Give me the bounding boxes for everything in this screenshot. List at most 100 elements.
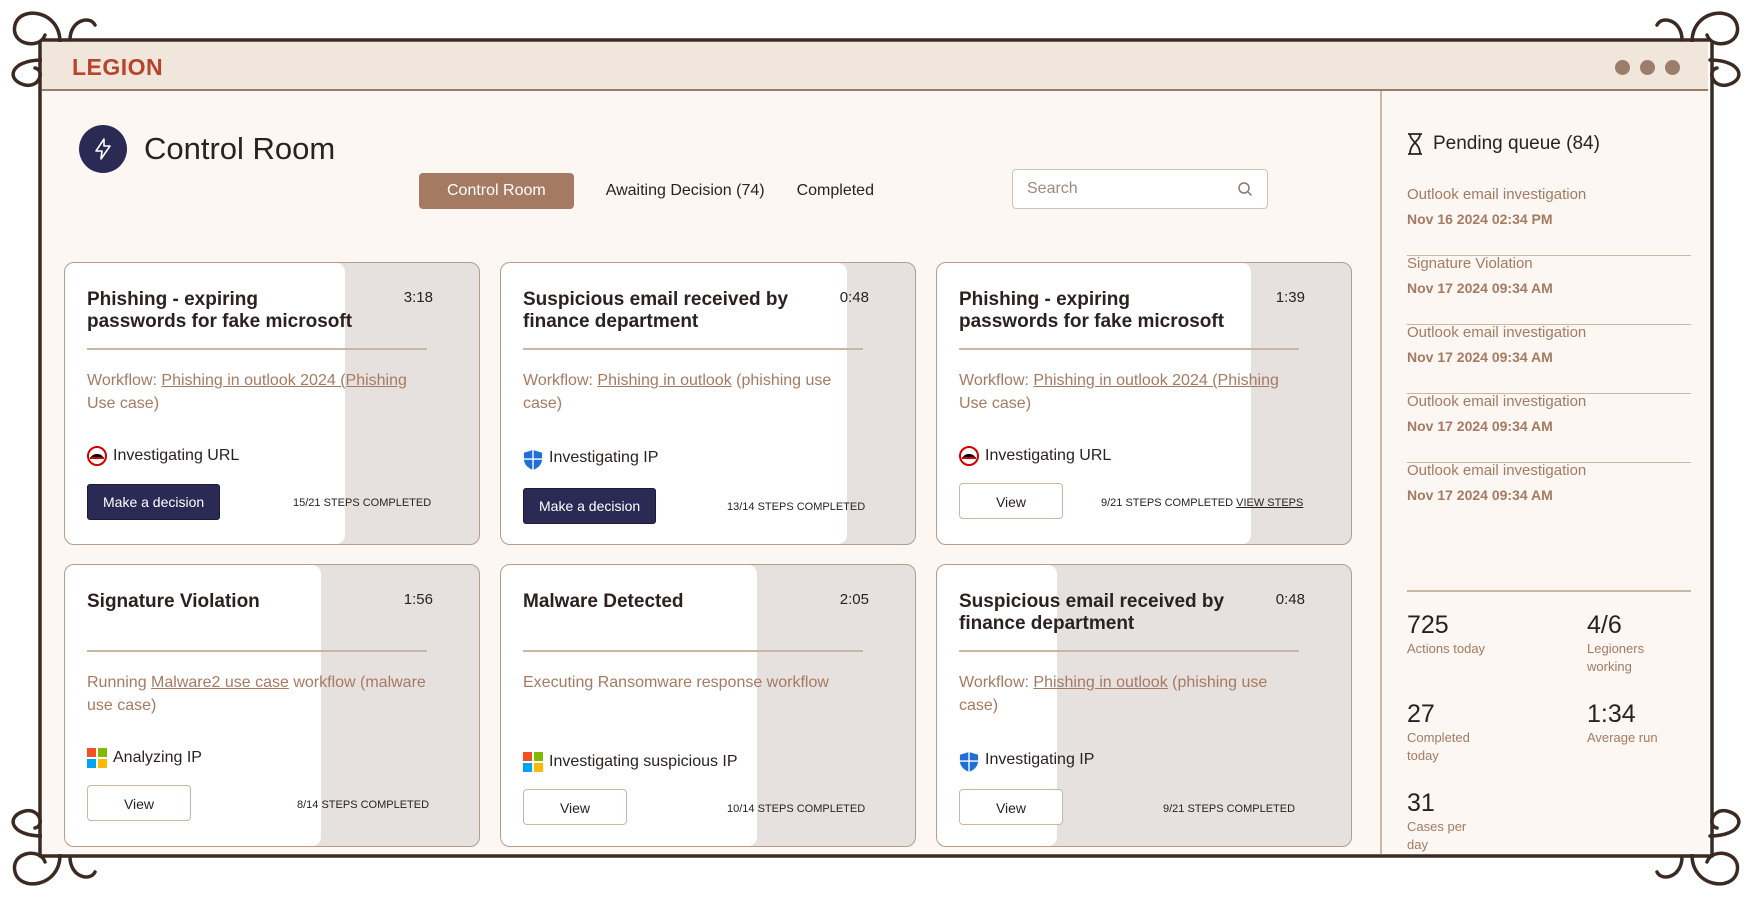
workflow-link[interactable]: Phishing in outlook <box>597 372 731 389</box>
card-status: Investigating IP <box>523 448 659 470</box>
stat-legioners-working: 4/6 Legioners working <box>1587 611 1727 676</box>
main-panel: Control Room Control Room Awaiting Decis… <box>42 91 1380 854</box>
search-input[interactable]: Search <box>1012 169 1268 209</box>
pending-queue-header: Pending queue (84) <box>1407 133 1600 155</box>
view-steps-link[interactable]: VIEW STEPS <box>1236 497 1303 509</box>
stat-value: 27 <box>1407 700 1435 728</box>
page-title: Control Room <box>144 131 336 166</box>
queue-item-title: Outlook email investigation <box>1407 186 1587 203</box>
stat-actions-today: 725 Actions today <box>1407 611 1547 658</box>
window-dot-icon[interactable] <box>1615 60 1630 75</box>
card-divider <box>959 348 1299 350</box>
window-dot-icon[interactable] <box>1640 60 1655 75</box>
stat-value: 31 <box>1407 789 1435 817</box>
shield-icon <box>959 750 979 772</box>
case-card[interactable]: Signature Violation 1:56 Running Malware… <box>64 564 480 847</box>
make-decision-button[interactable]: Make a decision <box>523 488 657 524</box>
card-title: Phishing - expiring passwords for fake m… <box>87 289 353 332</box>
stat-label: Actions today <box>1407 641 1486 656</box>
workflow-link[interactable]: Phishing in outlook 2024 (Phishing <box>161 372 407 389</box>
card-timer: 1:39 <box>1275 289 1305 306</box>
stat-label: Cases per day <box>1407 819 1467 852</box>
case-card[interactable]: Phishing - expiring passwords for fake m… <box>936 262 1352 545</box>
case-card[interactable]: Malware Detected 2:05 Executing Ransomwa… <box>500 564 916 847</box>
stat-cases-per-day: 31 Cases per day <box>1407 789 1547 854</box>
queue-item-date: Nov 17 2024 09:34 AM <box>1407 280 1553 296</box>
search-icon[interactable] <box>1237 181 1253 202</box>
card-status: Investigating IP <box>959 750 1094 772</box>
card-divider <box>959 650 1299 652</box>
workflow-link[interactable]: Phishing in outlook 2024 (Phishing <box>1033 372 1279 389</box>
steps-completed: 10/14 STEPS COMPLETED <box>727 803 866 815</box>
stat-label: Legioners working <box>1587 641 1645 674</box>
card-workflow: Workflow: Phishing in outlook (phishing … <box>523 372 832 412</box>
view-button[interactable]: View <box>959 789 1063 825</box>
queue-item-date: Nov 17 2024 09:34 AM <box>1407 487 1553 503</box>
window-dot-icon[interactable] <box>1665 60 1680 75</box>
steps-completed: 9/21 STEPS COMPLETED <box>1163 803 1296 815</box>
status-label: Investigating IP <box>549 449 659 466</box>
queue-item-date: Nov 17 2024 09:34 AM <box>1407 349 1553 365</box>
steps-completed: 13/14 STEPS COMPLETED <box>727 501 866 513</box>
card-timer: 3:18 <box>403 289 433 306</box>
workflow-link[interactable]: Malware2 use case <box>151 674 289 691</box>
stat-value: 1:34 <box>1587 700 1636 728</box>
steps-completed: 15/21 STEPS COMPLETED <box>293 497 432 509</box>
tab-completed[interactable]: Completed <box>797 182 874 200</box>
card-timer: 2:05 <box>839 591 869 608</box>
workflow-link[interactable]: Phishing in outlook <box>1033 674 1167 691</box>
lightning-icon <box>79 125 127 173</box>
stat-completed-today: 27 Completed today <box>1407 700 1547 765</box>
queue-item[interactable]: Outlook email investigation Nov 16 2024 … <box>1407 186 1691 256</box>
redhat-icon <box>959 446 979 466</box>
pending-queue-title: Pending queue (84) <box>1433 133 1600 154</box>
tab-control-room[interactable]: Control Room <box>419 173 574 209</box>
tab-awaiting-decision[interactable]: Awaiting Decision (74) <box>606 182 765 200</box>
card-status: Investigating URL <box>87 446 239 466</box>
case-card[interactable]: Suspicious email received by finance dep… <box>500 262 916 545</box>
card-workflow: Workflow: Phishing in outlook 2024 (Phis… <box>959 372 1279 412</box>
card-workflow: Executing Ransomware response workflow <box>523 674 829 691</box>
view-button[interactable]: View <box>87 785 191 821</box>
queue-item-title: Signature Violation <box>1407 255 1533 272</box>
stat-value: 725 <box>1407 611 1449 639</box>
card-title: Phishing - expiring passwords for fake m… <box>959 289 1225 332</box>
queue-item-title: Outlook email investigation <box>1407 462 1587 479</box>
queue-item[interactable]: Signature Violation Nov 17 2024 09:34 AM <box>1407 255 1691 325</box>
status-label: Analyzing IP <box>113 749 202 766</box>
queue-item-date: Nov 17 2024 09:34 AM <box>1407 418 1553 434</box>
card-divider <box>523 650 863 652</box>
pending-sidebar: Pending queue (84) Outlook email investi… <box>1380 91 1708 854</box>
card-workflow: Workflow: Phishing in outlook (phishing … <box>959 674 1268 714</box>
card-divider <box>87 650 427 652</box>
card-workflow: Workflow: Phishing in outlook 2024 (Phis… <box>87 372 407 412</box>
queue-item-date: Nov 16 2024 02:34 PM <box>1407 211 1553 227</box>
card-timer: 0:48 <box>1275 591 1305 608</box>
card-title: Malware Detected <box>523 591 684 612</box>
card-status: Investigating URL <box>959 446 1111 466</box>
tab-bar: Control Room Awaiting Decision (74) Comp… <box>419 173 906 209</box>
make-decision-button[interactable]: Make a decision <box>87 484 221 520</box>
card-divider <box>523 348 863 350</box>
stat-value: 4/6 <box>1587 611 1622 639</box>
view-button[interactable]: View <box>523 789 627 825</box>
case-card[interactable]: Suspicious email received by finance dep… <box>936 564 1352 847</box>
queue-item[interactable]: Outlook email investigation Nov 17 2024 … <box>1407 324 1691 394</box>
card-status: Analyzing IP <box>87 748 202 768</box>
windows-icon <box>523 752 543 772</box>
app-window: LEGION Control Room Control Room Awaitin… <box>42 42 1708 854</box>
queue-item[interactable]: Outlook email investigation Nov 17 2024 … <box>1407 462 1691 532</box>
card-status: Investigating suspicious IP <box>523 752 738 772</box>
app-logo[interactable]: LEGION <box>72 54 163 81</box>
search-placeholder: Search <box>1027 180 1078 197</box>
view-button[interactable]: View <box>959 483 1063 519</box>
window-controls <box>1615 60 1680 75</box>
case-card[interactable]: Phishing - expiring passwords for fake m… <box>64 262 480 545</box>
status-label: Investigating URL <box>985 447 1112 464</box>
status-label: Investigating suspicious IP <box>549 753 738 770</box>
steps-completed: 8/14 STEPS COMPLETED <box>297 799 430 811</box>
queue-item[interactable]: Outlook email investigation Nov 17 2024 … <box>1407 393 1691 463</box>
card-title: Suspicious email received by finance dep… <box>959 591 1225 634</box>
stat-average-run: 1:34 Average run <box>1587 700 1727 747</box>
redhat-icon <box>87 446 107 466</box>
